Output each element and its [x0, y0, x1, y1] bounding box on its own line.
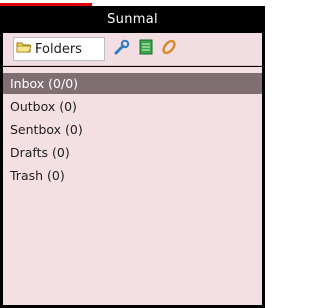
paperclip-icon	[160, 38, 178, 60]
tab-folders[interactable]: Folders	[13, 37, 105, 61]
wrench-icon	[113, 38, 131, 60]
toolbar: Folders	[3, 33, 262, 66]
tab-folders-label: Folders	[35, 41, 82, 57]
folder-item-sentbox[interactable]: Sentbox (0)	[3, 119, 262, 140]
notes-button[interactable]	[136, 39, 156, 59]
folder-item-outbox[interactable]: Outbox (0)	[3, 96, 262, 117]
folder-item-drafts[interactable]: Drafts (0)	[3, 142, 262, 163]
folder-icon	[16, 40, 32, 58]
window-title: Sunmal	[1, 7, 264, 32]
mail-window: Sunmal Folders Inbox (0/0) Outbox (0) Se…	[0, 6, 265, 308]
attach-button[interactable]	[159, 39, 179, 59]
folder-list: Inbox (0/0) Outbox (0) Sentbox (0) Draft…	[3, 67, 262, 305]
folder-item-inbox[interactable]: Inbox (0/0)	[3, 73, 262, 94]
settings-button[interactable]	[112, 39, 132, 59]
folder-item-trash[interactable]: Trash (0)	[3, 165, 262, 186]
notepad-icon	[138, 38, 154, 60]
